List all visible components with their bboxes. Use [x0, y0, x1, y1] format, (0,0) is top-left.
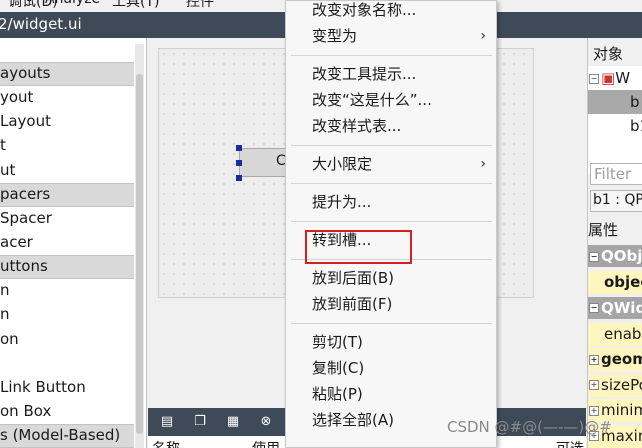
property-label: geom — [601, 350, 642, 368]
widget-category[interactable]: ayouts — [0, 62, 134, 86]
widget-box-panel: ayouts yout Layout t ut pacers Spacer acer utton… — [0, 38, 147, 448]
object-inspector: 对象 −▣W b b1 Filter b1 : QPu 属性 −QObjeobj… — [587, 38, 642, 448]
context-menu-item[interactable]: 改变工具提示... — [312, 61, 492, 87]
menu-item[interactable]: Analyze — [45, 0, 100, 7]
menu-separator — [291, 323, 492, 324]
col-name: 名称 — [152, 438, 180, 448]
widget-item[interactable]: acer — [0, 230, 134, 254]
widget-item[interactable] — [0, 351, 134, 375]
new-icon[interactable]: ▤ — [159, 414, 175, 430]
context-menu: 改变对象名称... 变型为 › 改变工具提示... 改变“这是什么”... 改变样式表..… — [285, 0, 497, 448]
widget-icon: ▣ — [601, 69, 616, 87]
property-label: minim — [601, 401, 642, 419]
resize-handle[interactable] — [236, 160, 242, 166]
context-menu-item-label: 改变“这是什么”... — [312, 91, 432, 109]
context-menu-item[interactable]: 剪切(T) — [312, 329, 492, 355]
properties-header: 属性 — [588, 221, 619, 239]
context-menu-item-label: 粘贴(P) — [312, 385, 363, 403]
widget-item[interactable]: Layout — [0, 109, 134, 133]
expand-icon[interactable]: + — [589, 380, 599, 390]
property-group[interactable]: −QObje — [588, 245, 642, 267]
col-used: 使用 — [252, 438, 280, 448]
widget-item[interactable]: t — [0, 133, 134, 157]
submenu-arrow-icon: › — [480, 28, 486, 44]
widget-box-scrollbar[interactable] — [135, 44, 144, 448]
context-menu-item[interactable]: 提升为... — [312, 189, 492, 215]
object-class-label: b1 : QPu — [590, 190, 642, 212]
expand-icon[interactable]: + — [589, 405, 599, 416]
context-menu-item-label: 剪切(T) — [312, 333, 363, 351]
widget-item[interactable]: Link Button — [0, 375, 134, 399]
context-menu-item[interactable]: 变型为 › — [312, 23, 492, 49]
submenu-arrow-icon: › — [480, 156, 486, 172]
context-menu-item[interactable]: 改变对象名称... — [312, 0, 492, 23]
widget-item[interactable]: Spacer — [0, 206, 134, 230]
widget-item[interactable]: ut — [0, 158, 134, 182]
context-menu-item[interactable]: 大小限定 › — [312, 151, 492, 177]
property-label: sizePo — [601, 375, 642, 394]
property-group-label: QWid — [601, 298, 642, 317]
property-group[interactable]: − QWid — [588, 296, 642, 319]
delete-icon[interactable]: ⊗ — [258, 414, 274, 430]
expand-icon[interactable]: + — [589, 354, 599, 365]
context-menu-item[interactable]: 放到前面(F) — [312, 291, 492, 317]
collapse-icon[interactable]: − — [589, 251, 599, 262]
context-menu-item-label: 复制(C) — [312, 359, 365, 377]
menu-separator — [291, 183, 492, 184]
tree-item-b[interactable]: b — [588, 90, 642, 114]
property-row[interactable]: enabl — [588, 322, 642, 346]
widget-category[interactable]: uttons — [0, 255, 134, 280]
collapse-icon[interactable]: − — [589, 73, 599, 84]
context-menu-item[interactable]: 复制(C) — [312, 355, 492, 381]
file-tab-title[interactable]: 2/widget.ui — [0, 15, 82, 33]
widget-item[interactable]: yout — [0, 85, 134, 109]
menu-item[interactable]: 控件 — [186, 0, 214, 11]
resize-handle[interactable] — [236, 175, 242, 181]
tree-item-widget[interactable]: − ▣W — [588, 66, 642, 90]
watermark: CSDN @#@(—-—)@# — [447, 418, 612, 436]
object-inspector-header: 对象 — [593, 45, 624, 63]
widget-category[interactable]: pacers — [0, 182, 134, 207]
widget-category[interactable]: s (Model-Based) — [0, 424, 134, 448]
widget-item[interactable]: n — [0, 278, 134, 302]
menu-separator — [291, 145, 492, 146]
context-menu-item-label: 改变对象名称... — [312, 1, 417, 19]
highlight-annotation — [305, 230, 412, 264]
context-menu-item[interactable]: 放到后面(B) — [312, 265, 492, 291]
context-menu-item-label: 放到后面(B) — [312, 269, 394, 287]
context-menu-item-label: 选择全部(A) — [312, 411, 394, 429]
object-tree: −▣W b b1 — [588, 66, 642, 174]
context-menu-item-label: 变型为 — [312, 27, 358, 45]
menu-separator — [291, 221, 492, 222]
paste-icon[interactable]: ▦ — [225, 414, 241, 430]
scrollbar-thumb[interactable] — [136, 74, 143, 434]
property-row[interactable]: +geom — [588, 348, 642, 371]
menu-item[interactable]: 工具(T) — [112, 0, 159, 11]
context-menu-item-label: 改变样式表... — [312, 117, 402, 135]
property-group-label: QObje — [601, 247, 642, 265]
widget-item[interactable]: on Box — [0, 399, 134, 423]
copy-icon[interactable]: ❐ — [192, 414, 208, 430]
property-row[interactable]: objec — [588, 271, 642, 294]
context-menu-item[interactable]: 粘贴(P) — [312, 381, 492, 407]
collapse-icon[interactable]: − — [589, 303, 599, 313]
context-menu-item-label: 提升为... — [312, 193, 372, 211]
context-menu-item-label: 放到前面(F) — [312, 295, 393, 313]
tree-item-b1[interactable]: b1 — [588, 114, 642, 138]
context-menu-item[interactable]: 改变样式表... — [312, 113, 492, 139]
col-checkable: 可选 — [556, 438, 584, 448]
filter-input[interactable]: Filter — [590, 163, 642, 185]
menu-separator — [291, 55, 492, 56]
property-label: objec — [604, 273, 642, 291]
context-menu-item-label: 大小限定 — [312, 155, 373, 173]
widget-item[interactable]: on — [0, 327, 134, 351]
widget-item[interactable]: n — [0, 302, 134, 326]
context-menu-item-label: 改变工具提示... — [312, 65, 417, 83]
context-menu-item[interactable]: 改变“这是什么”... — [312, 87, 492, 113]
property-label: enabl — [604, 324, 642, 343]
property-row[interactable]: +sizePo — [588, 373, 642, 397]
resize-handle[interactable] — [236, 145, 242, 151]
